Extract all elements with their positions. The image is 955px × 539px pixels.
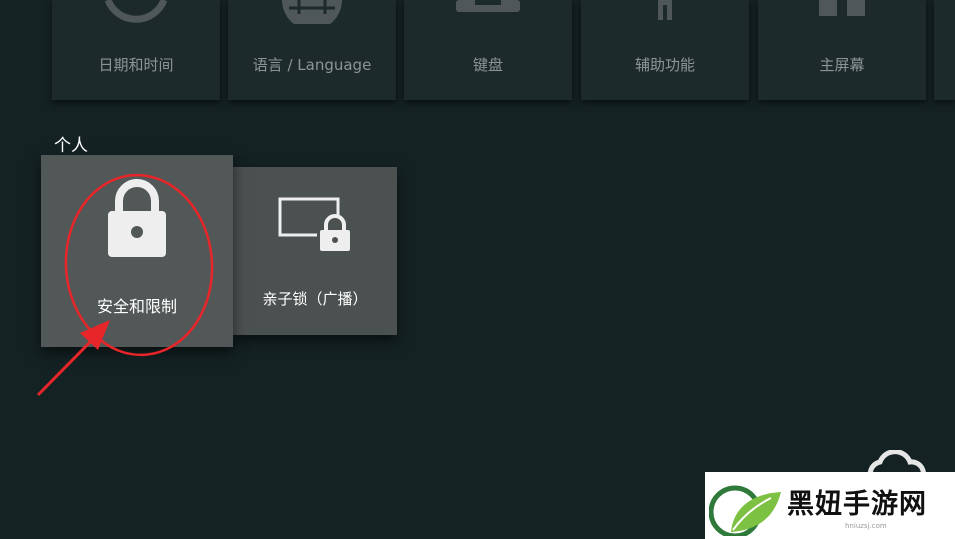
tile-accessibility[interactable]: 辅助功能 (581, 0, 749, 100)
tile-home-screen[interactable]: 主屏幕 (758, 0, 926, 100)
card-label: 安全和限制 (96, 297, 177, 316)
tile-label: 主屏幕 (819, 56, 865, 74)
card-label: 亲子锁（广播） (262, 290, 368, 308)
lock-icon (108, 179, 166, 257)
watermark-logo: 黑妞手游网 hniuzsj.com (705, 472, 955, 539)
section-title-personal: 个人 (54, 136, 88, 156)
tile-keyboard[interactable]: 键盘 (404, 0, 572, 100)
home-screen-icon (819, 0, 865, 16)
watermark-url: hniuzsj.com (845, 522, 887, 530)
tile-label: 日期和时间 (98, 56, 174, 74)
tile-label: 辅助功能 (634, 56, 695, 74)
top-settings-row: 日期和时间 语言 / Language 键盘 辅助功能 主屏幕 (0, 0, 955, 105)
security-restrictions-card[interactable]: 安全和限制 (41, 155, 233, 347)
tile-label: 键盘 (472, 56, 503, 74)
tile-partial[interactable] (934, 0, 955, 100)
tile-date-time[interactable]: 日期和时间 (52, 0, 220, 100)
accessibility-icon (658, 0, 672, 20)
keyboard-icon (456, 0, 520, 12)
screen-lock-icon (278, 197, 353, 251)
parental-lock-card[interactable]: 亲子锁（广播） (233, 167, 397, 335)
tile-language[interactable]: 语言 / Language (228, 0, 396, 100)
watermark-text: 黑妞手游网 (787, 489, 927, 520)
tile-label: 语言 / Language (252, 56, 372, 74)
leaf-logo-icon (709, 485, 781, 536)
globe-icon (282, 0, 342, 24)
clock-icon (104, 0, 168, 23)
